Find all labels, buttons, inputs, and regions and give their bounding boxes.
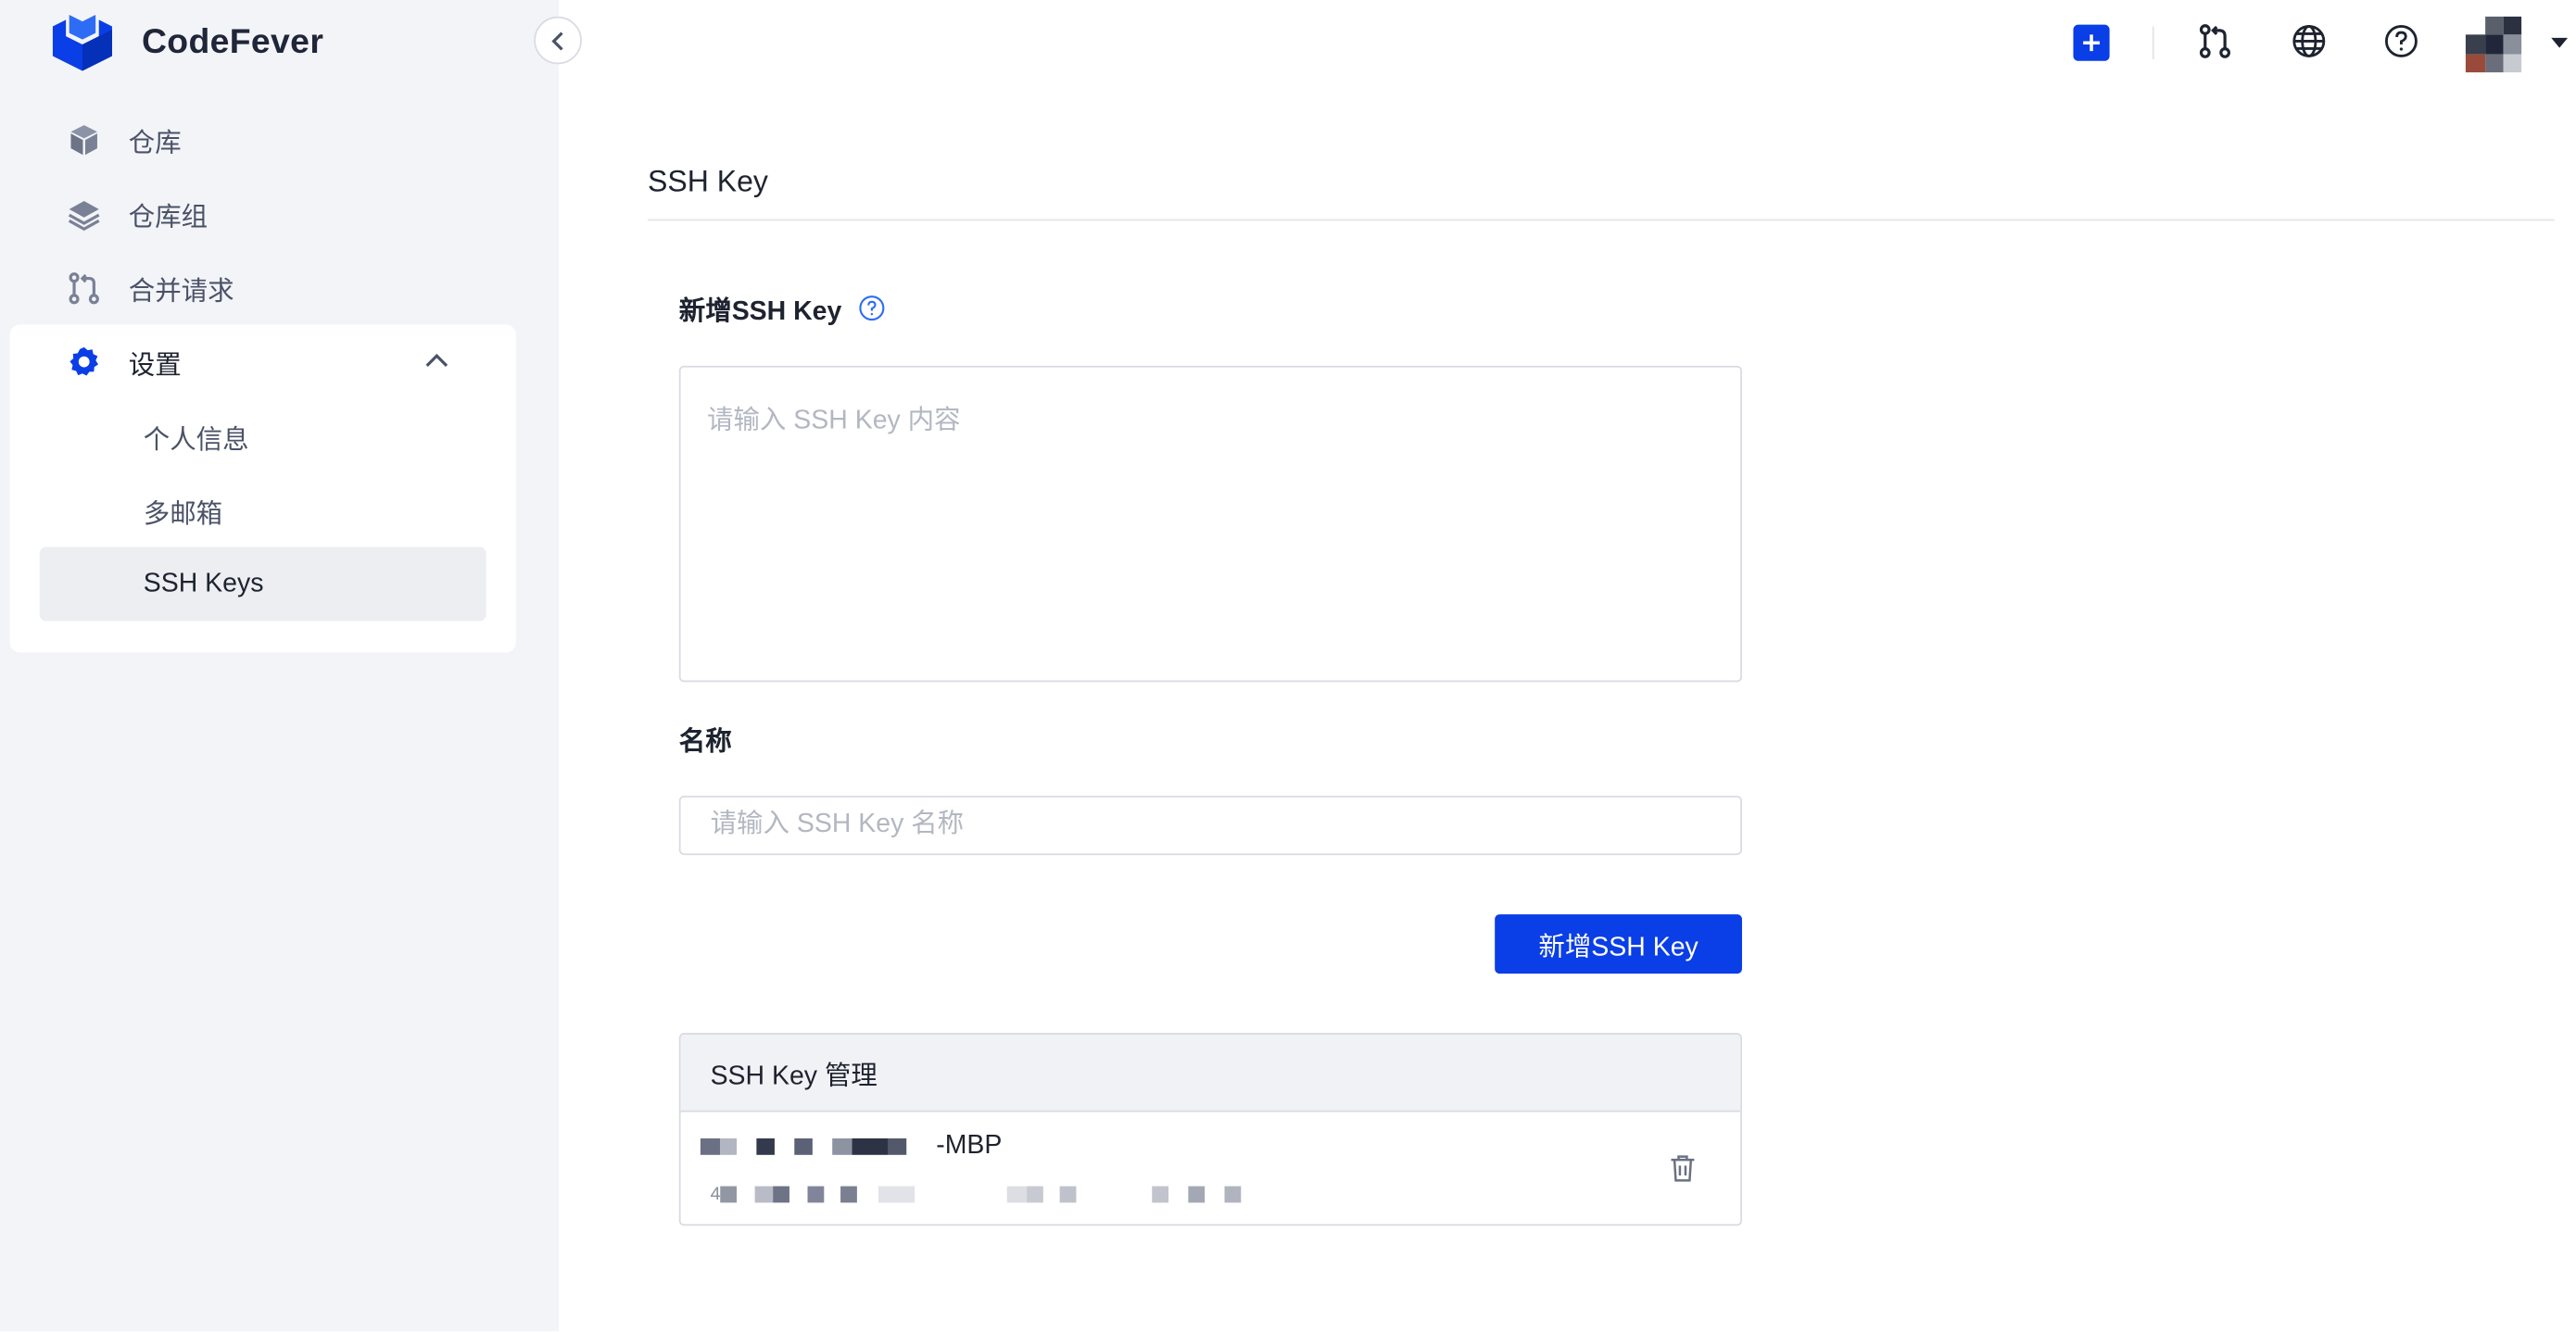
ssh-key-fingerprint: 4 <box>711 1185 1242 1204</box>
ssh-key-name-input[interactable] <box>678 796 1742 856</box>
redacted-block <box>878 1186 915 1203</box>
redacted-block <box>794 1138 813 1155</box>
redacted-block <box>756 1138 775 1155</box>
redacted-block <box>807 1186 825 1203</box>
ssh-key-name-suffix: -MBP <box>936 1131 1003 1161</box>
gear-icon <box>66 344 102 380</box>
sidebar: CodeFever 仓库 仓库组 合并请求 设置 个人信息 多邮箱 SSH Ke… <box>0 0 559 1332</box>
divider <box>647 219 2555 221</box>
redacted-block <box>840 1186 858 1203</box>
sidebar-item-merge-requests[interactable]: 合并请求 <box>0 250 559 324</box>
ssh-key-title: -MBP <box>700 1131 1003 1162</box>
help-icon <box>2384 25 2418 57</box>
sidebar-subitem-label: 个人信息 <box>143 425 249 455</box>
sidebar-subitem-emails[interactable]: 多邮箱 <box>40 472 486 547</box>
sidebar-subitem-ssh-keys[interactable]: SSH Keys <box>39 547 486 622</box>
plus-icon <box>2083 34 2100 52</box>
brand[interactable]: CodeFever <box>49 13 323 72</box>
language-button[interactable] <box>2289 21 2329 61</box>
page-title: SSH Key <box>647 164 768 198</box>
settings-label: 设置 <box>128 351 182 380</box>
merge-requests-button[interactable] <box>2195 21 2235 61</box>
help-icon[interactable] <box>858 295 884 321</box>
globe-icon <box>2292 25 2326 57</box>
fingerprint-prefix: 4 <box>710 1184 721 1205</box>
cube-icon <box>66 121 102 157</box>
redacted-block <box>700 1138 721 1155</box>
redacted-block <box>832 1138 852 1155</box>
avatar[interactable] <box>2465 16 2522 73</box>
sidebar-collapse-button[interactable] <box>534 16 582 65</box>
help-button[interactable] <box>2381 21 2421 61</box>
create-new-button[interactable] <box>2073 24 2110 61</box>
sidebar-subitem-profile[interactable]: 个人信息 <box>40 398 486 472</box>
sidebar-subitem-label: 多邮箱 <box>143 499 223 529</box>
redacted-block <box>1059 1186 1077 1203</box>
sidebar-item-repository-groups[interactable]: 仓库组 <box>0 176 559 250</box>
app-name: CodeFever <box>141 22 324 61</box>
sidebar-item-label: 合并请求 <box>128 277 234 306</box>
sidebar-item-label: 仓库组 <box>128 203 208 232</box>
merge-request-icon <box>2199 24 2230 58</box>
settings-group: 设置 个人信息 多邮箱 SSH Keys <box>9 324 516 653</box>
redacted-block <box>773 1186 790 1203</box>
redacted-block <box>1027 1186 1044 1203</box>
merge-request-icon <box>66 270 102 306</box>
sidebar-item-repositories[interactable]: 仓库 <box>0 102 559 176</box>
redacted-block <box>720 1138 738 1155</box>
codefever-logo-icon <box>52 15 112 71</box>
redacted-block <box>720 1186 738 1203</box>
redacted-block <box>888 1138 907 1155</box>
topbar-divider <box>2152 26 2154 60</box>
layers-icon <box>66 195 102 232</box>
add-ssh-key-label-text: 新增SSH Key <box>678 297 842 327</box>
add-ssh-key-label: 新增SSH Key <box>679 288 885 328</box>
sidebar-subitem-label: SSH Keys <box>143 569 264 597</box>
chevron-left-icon <box>550 31 562 50</box>
redacted-block <box>1006 1186 1028 1203</box>
sidebar-item-settings[interactable]: 设置 <box>10 324 516 398</box>
redacted-block <box>1188 1186 1206 1203</box>
delete-ssh-key-button[interactable] <box>1668 1153 1698 1183</box>
add-ssh-key-button[interactable]: 新增SSH Key <box>1495 914 1742 974</box>
ssh-key-management-header: SSH Key 管理 <box>680 1034 1741 1112</box>
redacted-block <box>754 1186 774 1203</box>
sidebar-item-label: 仓库 <box>128 129 182 157</box>
ssh-key-content-input[interactable] <box>678 365 1742 683</box>
redacted-block <box>1152 1186 1169 1203</box>
redacted-block <box>1224 1186 1242 1203</box>
redacted-block <box>852 1138 889 1155</box>
ssh-key-management-panel: SSH Key 管理 -MBP 4 <box>678 1033 1742 1226</box>
caret-down-icon[interactable] <box>2549 34 2569 51</box>
chevron-up-icon <box>425 353 448 367</box>
list-item: -MBP 4 <box>681 1112 1741 1225</box>
name-label: 名称 <box>678 728 732 757</box>
